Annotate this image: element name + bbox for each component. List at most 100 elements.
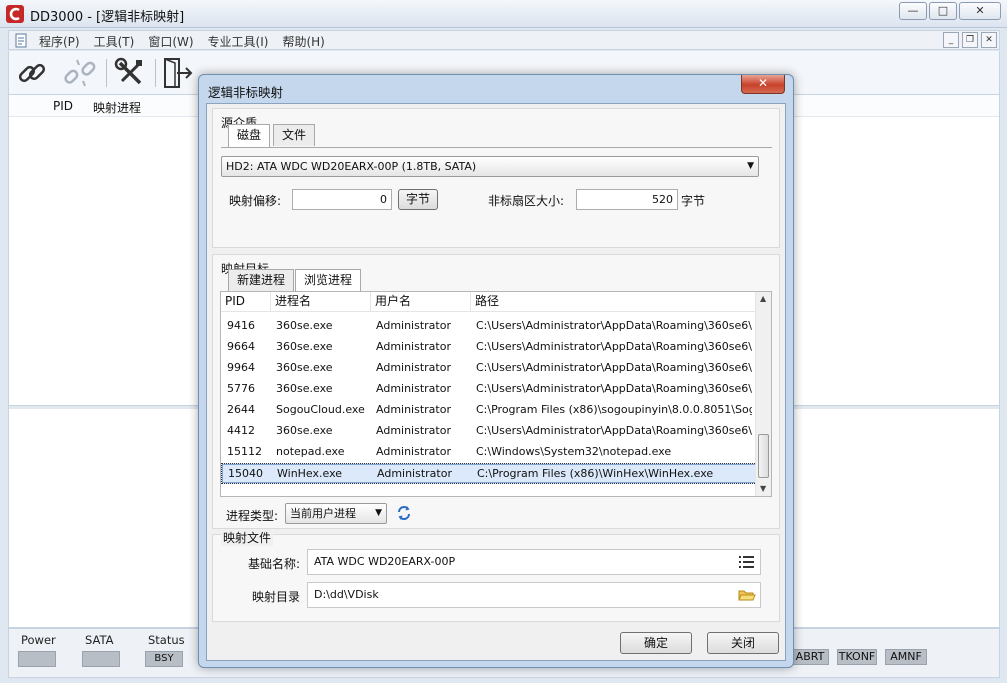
menu-bar: 程序(P) 工具(T) 窗口(W) 专业工具(I) 帮助(H) _ ❐ ✕ bbox=[8, 30, 1000, 50]
disconnect-icon[interactable] bbox=[63, 56, 97, 90]
cell-path: C:\Users\Administrator\AppData\Roaming\3… bbox=[476, 424, 752, 437]
cell-path: C:\Users\Administrator\AppData\Roaming\3… bbox=[476, 361, 752, 374]
process-list-scrollbar[interactable]: ▲ ▼ bbox=[755, 292, 771, 496]
maximize-button[interactable]: □ bbox=[929, 2, 957, 20]
mdi-restore-button[interactable]: ❐ bbox=[962, 32, 978, 48]
document-icon bbox=[15, 33, 27, 48]
col-process-name[interactable]: 进程名 bbox=[271, 292, 371, 312]
cell-user: Administrator bbox=[377, 467, 452, 480]
source-media-group: 源介质 磁盘 文件 HD2: ATA WDC WD20EARX-00P (1.8… bbox=[212, 108, 780, 248]
cell-path: C:\Users\Administrator\AppData\Roaming\3… bbox=[476, 319, 752, 332]
cell-name: WinHex.exe bbox=[277, 467, 343, 480]
table-row[interactable]: 9664 360se.exe Administrator C:\Users\Admin… bbox=[221, 337, 757, 358]
sector-size-label: 非标扇区大小: bbox=[488, 194, 565, 208]
cell-user: Administrator bbox=[376, 319, 451, 332]
map-dir-value: D:\dd\VDisk bbox=[314, 588, 379, 601]
close-window-button[interactable]: ✕ bbox=[959, 2, 1001, 20]
base-name-field[interactable]: ATA WDC WD20EARX-00P bbox=[307, 549, 761, 575]
app-logo-icon bbox=[6, 5, 24, 23]
offset-input[interactable]: 0 bbox=[292, 189, 392, 210]
main-title-bar[interactable]: DD3000 - [逻辑非标映射] — □ ✕ bbox=[0, 0, 1007, 28]
process-list: PID 进程名 用户名 路径 9416 360se.exe Administrato… bbox=[220, 291, 772, 497]
bg-col-map-process[interactable]: 映射进程 bbox=[93, 99, 141, 116]
status-group-status: Status BSY bbox=[145, 633, 185, 667]
mdi-close-button[interactable]: ✕ bbox=[981, 32, 997, 48]
cell-path: C:\Windows\System32\notepad.exe bbox=[476, 445, 672, 458]
tools-icon[interactable] bbox=[113, 56, 147, 90]
table-row[interactable]: 15112 notepad.exe Administrator C:\Windows\… bbox=[221, 442, 757, 463]
col-pid[interactable]: PID bbox=[221, 292, 271, 312]
scroll-thumb[interactable] bbox=[758, 434, 769, 478]
process-type-value: 当前用户进程 bbox=[290, 507, 356, 520]
cell-user: Administrator bbox=[376, 340, 451, 353]
process-list-header: PID 进程名 用户名 路径 bbox=[221, 292, 757, 312]
menu-help[interactable]: 帮助(H) bbox=[282, 33, 324, 50]
table-row[interactable]: 9416 360se.exe Administrator C:\Users\Admin… bbox=[221, 316, 757, 337]
col-path[interactable]: 路径 bbox=[471, 292, 757, 312]
tab-browse-process[interactable]: 浏览进程 bbox=[295, 269, 362, 292]
col-user-name[interactable]: 用户名 bbox=[371, 292, 471, 312]
sector-size-unit: 字节 bbox=[681, 194, 706, 208]
mapping-file-group: 映射文件 基础名称: ATA WDC WD20EARX-00P 映射目录 D:\… bbox=[212, 529, 780, 622]
mdi-minimize-button[interactable]: _ bbox=[943, 32, 959, 48]
cell-pid: 5776 bbox=[227, 382, 255, 395]
close-button[interactable]: 关闭 bbox=[707, 632, 779, 654]
cell-pid: 15112 bbox=[227, 445, 262, 458]
disk-select[interactable]: HD2: ATA WDC WD20EARX-00P (1.8TB, SATA) … bbox=[221, 156, 759, 177]
cell-pid: 15040 bbox=[228, 467, 263, 480]
scroll-up-icon[interactable]: ▲ bbox=[760, 294, 766, 303]
menu-pro-tools[interactable]: 专业工具(I) bbox=[208, 33, 269, 50]
menu-tools[interactable]: 工具(T) bbox=[94, 33, 135, 50]
cell-user: Administrator bbox=[376, 361, 451, 374]
ok-button[interactable]: 确定 bbox=[620, 632, 692, 654]
connect-icon[interactable] bbox=[15, 56, 49, 90]
offset-unit-button[interactable]: 字节 bbox=[398, 189, 438, 210]
dialog-title: 逻辑非标映射 bbox=[208, 85, 284, 100]
mapping-file-title: 映射文件 bbox=[221, 529, 274, 546]
bg-col-pid[interactable]: PID bbox=[53, 99, 73, 113]
status-group-sata: SATA bbox=[82, 633, 120, 667]
cell-user: Administrator bbox=[376, 403, 451, 416]
table-row[interactable]: 5776 360se.exe Administrator C:\Users\Admin… bbox=[221, 379, 757, 400]
cell-pid: 2644 bbox=[227, 403, 255, 416]
scroll-down-icon[interactable]: ▼ bbox=[760, 484, 766, 493]
tab-file[interactable]: 文件 bbox=[273, 124, 316, 146]
menu-program[interactable]: 程序(P) bbox=[39, 33, 80, 50]
tab-new-process[interactable]: 新建进程 bbox=[228, 269, 295, 291]
cell-name: 360se.exe bbox=[276, 382, 333, 395]
tab-disk[interactable]: 磁盘 bbox=[228, 124, 271, 147]
cell-user: Administrator bbox=[376, 445, 451, 458]
refresh-icon[interactable] bbox=[396, 505, 412, 521]
process-type-label: 进程类型: bbox=[226, 509, 279, 523]
cell-name: notepad.exe bbox=[276, 445, 345, 458]
table-row[interactable]: 9964 360se.exe Administrator C:\Users\Admin… bbox=[221, 358, 757, 379]
sata-label: SATA bbox=[85, 633, 114, 647]
cell-name: 360se.exe bbox=[276, 361, 333, 374]
table-row[interactable]: 4412 360se.exe Administrator C:\Users\Admin… bbox=[221, 421, 757, 442]
cell-path: C:\Users\Administrator\AppData\Roaming\3… bbox=[476, 340, 752, 353]
folder-icon[interactable] bbox=[738, 587, 756, 603]
dialog-body: 源介质 磁盘 文件 HD2: ATA WDC WD20EARX-00P (1.8… bbox=[206, 103, 786, 661]
table-row[interactable]: 15040 WinHex.exe Administrator C:\Program F… bbox=[221, 463, 757, 484]
disk-select-value: HD2: ATA WDC WD20EARX-00P (1.8TB, SATA) bbox=[226, 160, 477, 173]
cell-path: C:\Program Files (x86)\sogoupinyin\8.0.0… bbox=[476, 403, 752, 416]
tkonf-led: TKONF bbox=[837, 649, 877, 665]
cell-path: C:\Users\Administrator\AppData\Roaming\3… bbox=[476, 382, 752, 395]
cell-pid: 4412 bbox=[227, 424, 255, 437]
map-dir-field[interactable]: D:\dd\VDisk bbox=[307, 582, 761, 608]
menu-window[interactable]: 窗口(W) bbox=[148, 33, 193, 50]
list-icon[interactable] bbox=[738, 554, 756, 570]
power-led bbox=[18, 651, 56, 667]
minimize-button[interactable]: — bbox=[899, 2, 927, 20]
table-row[interactable]: 2644 SogouCloud.exe Administrator C:\Progra… bbox=[221, 400, 757, 421]
cell-pid: 9964 bbox=[227, 361, 255, 374]
cell-user: Administrator bbox=[376, 424, 451, 437]
sector-size-input[interactable]: 520 bbox=[576, 189, 678, 210]
window-title: DD3000 - [逻辑非标映射] bbox=[30, 10, 185, 25]
dialog-close-button[interactable]: ✕ bbox=[741, 75, 785, 94]
exit-icon[interactable] bbox=[161, 56, 195, 90]
chevron-down-icon: ▼ bbox=[375, 508, 382, 518]
process-type-select[interactable]: 当前用户进程 ▼ bbox=[285, 503, 387, 524]
bsy-led: BSY bbox=[145, 651, 183, 667]
mapping-target-group: 映射目标 新建进程 浏览进程 PID 进程名 用户名 路径 9416360se.… bbox=[212, 254, 780, 529]
